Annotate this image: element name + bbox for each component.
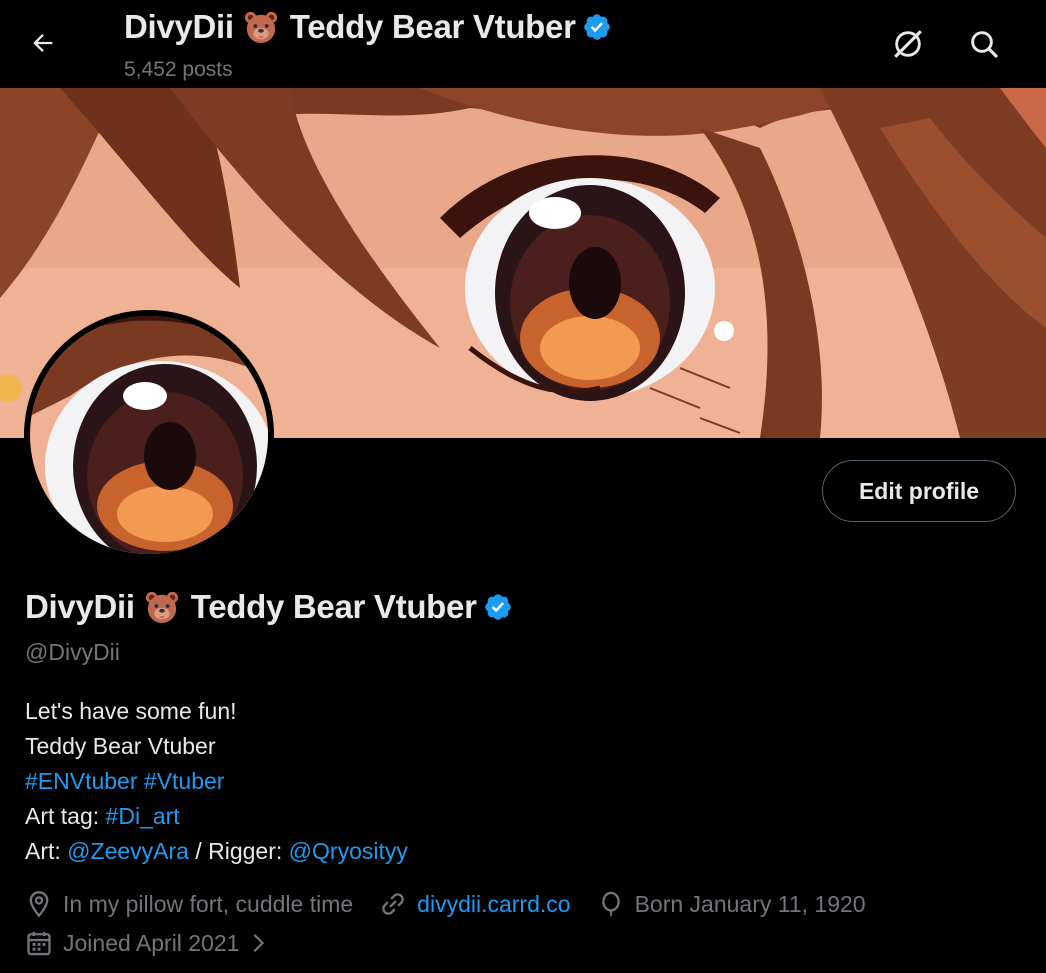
hashtag-link[interactable]: #Di_art: [106, 803, 180, 829]
bio-line: Teddy Bear Vtuber: [25, 733, 216, 759]
hashtag-link[interactable]: #Vtuber: [144, 768, 225, 794]
profile-meta: In my pillow fort, cuddle time divydii.c…: [25, 890, 892, 918]
link-icon: [382, 893, 404, 915]
birthday-text: Born January 11, 1920: [634, 890, 866, 917]
bio-hashtags: #ENVtuber #Vtuber: [25, 764, 408, 799]
bear-emoji-icon: [244, 11, 277, 44]
verified-badge-icon[interactable]: [483, 592, 513, 622]
grok-button[interactable]: [886, 22, 930, 66]
birthday: Born January 11, 1920: [597, 890, 866, 918]
avatar-image: [30, 316, 268, 554]
back-arrow-icon: [33, 34, 53, 52]
profile-display-name: DivyDii: [25, 588, 135, 625]
post-count: 5,452 posts: [124, 58, 233, 81]
mention-link[interactable]: @ZeevyAra: [67, 838, 189, 864]
top-bar: DivyDii Teddy Bear Vtuber 5,452 posts: [0, 0, 1046, 88]
grok-icon: [894, 30, 922, 58]
joined[interactable]: Joined April 2021: [25, 929, 269, 957]
balloon-icon: [601, 891, 620, 917]
profile-handle: @DivyDii: [25, 639, 120, 665]
bio-line: Let's have some fun!: [25, 698, 237, 724]
edit-profile-button[interactable]: Edit profile: [822, 460, 1016, 522]
profile-joined: Joined April 2021: [25, 929, 295, 957]
bear-emoji-icon: [145, 591, 178, 624]
profile-bio: Let's have some fun! Teddy Bear Vtuber #…: [25, 694, 408, 869]
search-icon: [971, 31, 998, 58]
bio-credits: Art: @ZeevyAra / Rigger: @Qryosityy: [25, 834, 408, 869]
back-button[interactable]: [22, 22, 64, 64]
search-button[interactable]: [962, 22, 1006, 66]
profile-name-suffix: Teddy Bear Vtuber: [190, 588, 477, 625]
bio-art-tag: Art tag: #Di_art: [25, 799, 408, 834]
website[interactable]: divydii.carrd.co: [379, 890, 571, 918]
header-title: DivyDii Teddy Bear Vtuber: [124, 8, 612, 46]
avatar[interactable]: [24, 310, 274, 560]
location-pin-icon: [29, 891, 49, 918]
mention-link[interactable]: @Qryosityy: [289, 838, 408, 864]
website-link[interactable]: divydii.carrd.co: [417, 891, 570, 918]
hashtag-link[interactable]: #ENVtuber: [25, 768, 138, 794]
joined-text: Joined April 2021: [63, 929, 240, 956]
rigger-label: / Rigger:: [188, 838, 289, 864]
profile-name: DivyDii Teddy Bear Vtuber: [25, 588, 513, 626]
art-label: Art:: [25, 838, 68, 864]
location: In my pillow fort, cuddle time: [25, 890, 353, 918]
chevron-right-icon: [254, 933, 265, 953]
calendar-icon: [27, 931, 51, 956]
art-tag-label: Art tag:: [25, 803, 106, 829]
location-text: In my pillow fort, cuddle time: [63, 890, 354, 917]
header-name-suffix: Teddy Bear Vtuber: [289, 8, 576, 45]
verified-badge-icon[interactable]: [582, 12, 612, 42]
header-name: DivyDii: [124, 8, 234, 45]
